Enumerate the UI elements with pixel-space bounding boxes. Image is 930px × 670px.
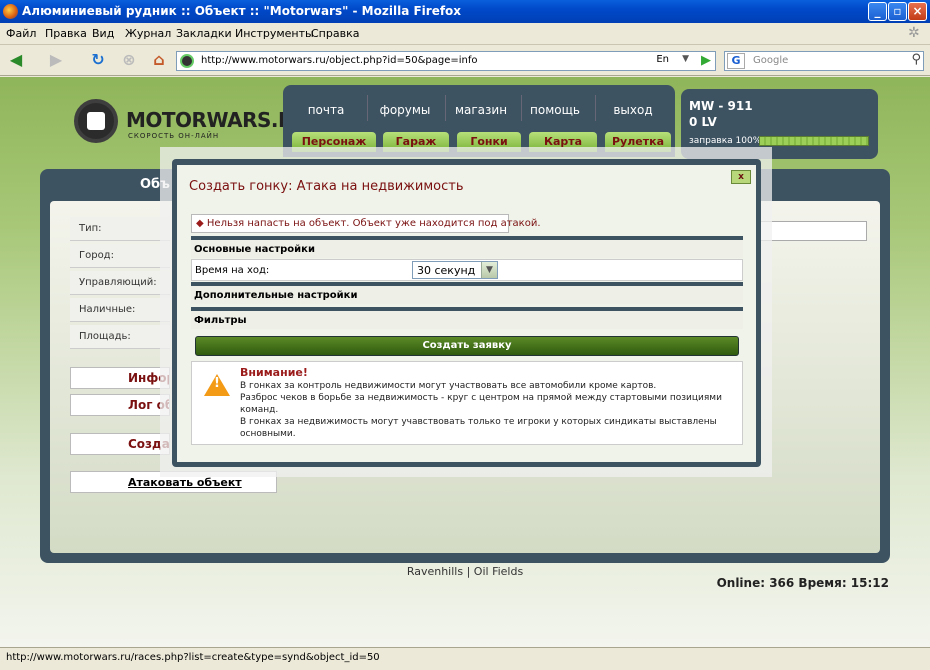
menu-tools[interactable]: Инструменты: [235, 27, 314, 40]
firefox-icon: [3, 4, 18, 19]
time-select[interactable]: 30 секунд ▼: [412, 261, 498, 279]
minimize-button[interactable]: _: [868, 2, 887, 21]
section-main-settings: Основные настройки: [191, 236, 743, 258]
throbber-icon: ✲: [908, 25, 920, 41]
warning-icon-mark: !: [214, 376, 220, 391]
nav-separator: [367, 95, 368, 121]
error-message: ◆ Нельзя напасть на объект. Объект уже н…: [191, 214, 541, 233]
nav-separator: [521, 95, 522, 121]
info-row-area: Площадь:: [70, 325, 170, 349]
reload-icon[interactable]: ↻: [86, 49, 110, 73]
online-status: Online: 366 Время: 15:12: [716, 576, 889, 590]
menu-help[interactable]: Справка: [311, 27, 359, 40]
site-favicon-icon: [180, 54, 194, 68]
warning-text: В гонках за контроль недвижимости могут …: [240, 380, 730, 440]
menu-file[interactable]: Файл: [6, 27, 36, 40]
money: 0 LV: [689, 115, 717, 129]
status-bar: http://www.motorwars.ru/races.php?list=c…: [0, 647, 930, 670]
history-dropdown-icon[interactable]: ▼: [682, 54, 689, 64]
attack-object-link[interactable]: Атаковать объект: [128, 476, 242, 489]
logo-slogan: СКОРОСТЬ ОН-ЛАЙН: [128, 132, 220, 140]
time-select-value[interactable]: 30 секунд: [417, 264, 475, 277]
info-row-type: Тип:: [70, 217, 170, 241]
address-url[interactable]: http://www.motorwars.ru/object.php?id=50…: [201, 55, 478, 66]
section-extra-settings[interactable]: Дополнительные настройки: [191, 282, 743, 304]
go-icon[interactable]: ▶: [701, 53, 711, 68]
dialog-body: Создать гонку: Атака на недвижимость x ◆…: [177, 165, 756, 462]
create-request-button[interactable]: Создать заявку: [195, 336, 739, 356]
car-name: MW - 911: [689, 99, 753, 113]
warning-box: ! Внимание! В гонках за контроль недвижи…: [191, 361, 743, 445]
warning-line: В гонках за контроль недвижимости могут …: [240, 381, 657, 391]
nav-separator: [595, 95, 596, 121]
forward-icon[interactable]: ▶: [44, 49, 68, 73]
stop-icon[interactable]: ⊗: [117, 49, 141, 73]
nav-mail[interactable]: почта: [303, 103, 349, 117]
dialog-title: Создать гонку: Атака на недвижимость: [189, 179, 464, 194]
nav-separator: [445, 95, 446, 121]
menu-view[interactable]: Вид: [92, 27, 114, 40]
menu-edit[interactable]: Правка: [45, 27, 87, 40]
footer-link-oilfields[interactable]: Oil Fields: [474, 565, 523, 578]
error-text: Нельзя напасть на объект. Объект уже нах…: [206, 218, 541, 229]
warning-line: Разброс чеков в борьбе за недвижимость -…: [240, 393, 722, 415]
language-indicator: En: [656, 54, 669, 65]
close-button[interactable]: ×: [908, 2, 927, 21]
warning-title: Внимание!: [240, 366, 308, 379]
nav-exit[interactable]: выход: [605, 103, 661, 117]
log-button[interactable]: Лог об: [70, 394, 170, 416]
back-icon[interactable]: ◀: [4, 49, 28, 73]
logo-icon: [74, 99, 118, 143]
logo-name: MOTORWARS.RU: [126, 108, 309, 132]
menu-bookmarks[interactable]: Закладки: [176, 27, 232, 40]
menu-bar: Файл Правка Вид Журнал Закладки Инструме…: [0, 23, 930, 45]
nav-forums[interactable]: форумы: [377, 103, 433, 117]
search-box[interactable]: G Google ⚲: [724, 51, 924, 71]
warning-line: В гонках за недвижимость могут учавствов…: [240, 417, 717, 439]
maximize-button[interactable]: ▫: [888, 2, 907, 21]
time-row: Время на ход: 30 секунд ▼: [191, 259, 743, 281]
info-value-field: [760, 221, 867, 241]
google-icon[interactable]: G: [727, 53, 745, 69]
search-icon[interactable]: ⚲: [911, 52, 921, 67]
section-filters[interactable]: Фильтры: [191, 307, 743, 329]
info-row-manager: Управляющий:: [70, 271, 170, 295]
search-input[interactable]: Google: [753, 55, 788, 66]
info-row-city: Город:: [70, 244, 170, 268]
window-titlebar: Алюминиевый рудник :: Объект :: "Motorwa…: [0, 0, 930, 23]
bullet-icon: ◆: [196, 218, 204, 229]
address-bar[interactable]: http://www.motorwars.ru/object.php?id=50…: [176, 51, 716, 71]
dialog-close-icon[interactable]: x: [731, 170, 751, 184]
page-content: MOTORWARS.RU СКОРОСТЬ ОН-ЛАЙН почта фору…: [0, 77, 930, 647]
info-row-cash: Наличные:: [70, 298, 170, 322]
footer-separator: |: [466, 565, 471, 578]
fuel-label: заправка 100%: [689, 136, 762, 146]
create-race-dialog: Создать гонку: Атака на недвижимость x ◆…: [172, 159, 761, 467]
info-button[interactable]: Инфор: [70, 367, 170, 389]
create-button[interactable]: Создат: [70, 433, 170, 455]
chevron-down-icon[interactable]: ▼: [481, 262, 497, 278]
menu-history[interactable]: Журнал: [125, 27, 171, 40]
footer-link-ravenhills[interactable]: Ravenhills: [407, 565, 463, 578]
nav-shop[interactable]: магазин: [453, 103, 509, 117]
navigation-toolbar: ◀ ▶ ↻ ⊗ ⌂ http://www.motorwars.ru/object…: [0, 45, 930, 76]
time-label: Время на ход:: [195, 265, 270, 276]
home-icon[interactable]: ⌂: [147, 49, 171, 73]
window-title: Алюминиевый рудник :: Объект :: "Motorwa…: [22, 4, 462, 18]
nav-help[interactable]: помощь: [527, 103, 583, 117]
fuel-bar: [759, 136, 869, 146]
